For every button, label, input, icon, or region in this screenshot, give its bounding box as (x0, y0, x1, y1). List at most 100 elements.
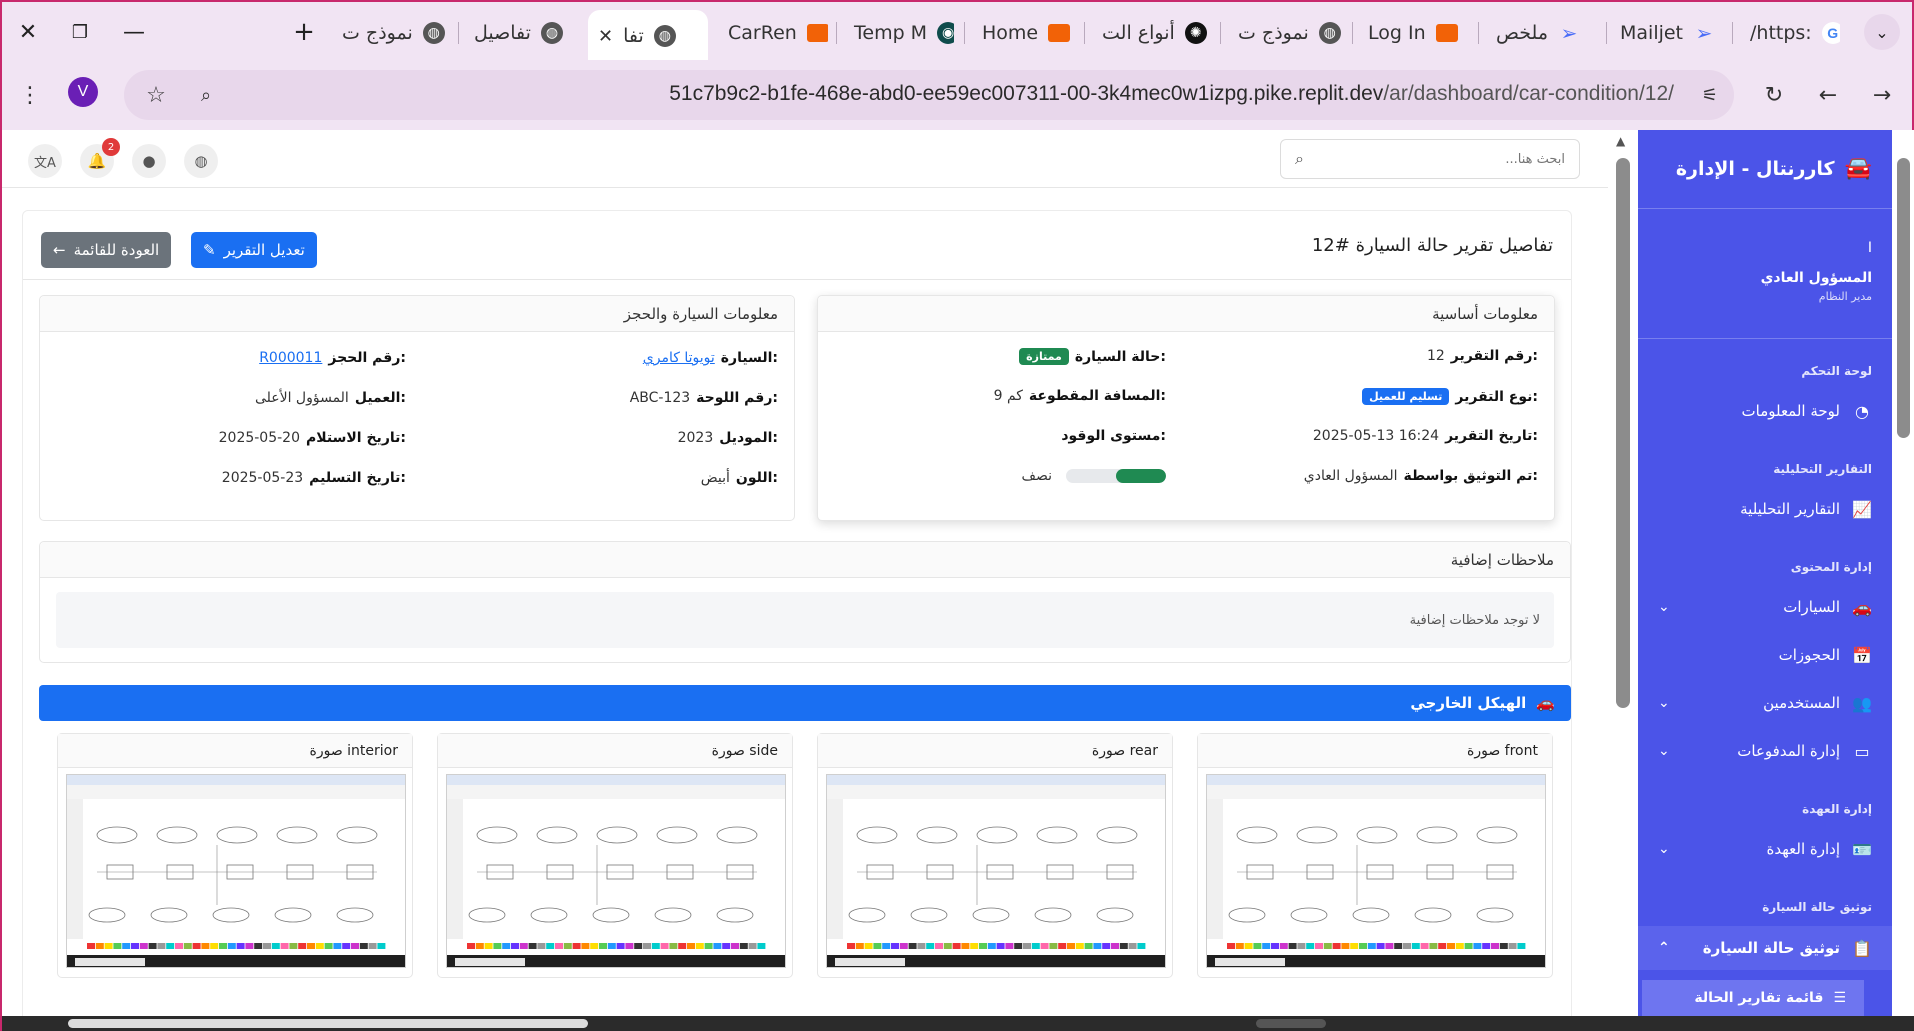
sidebar-subitem-label: قائمة تقارير الحالة (1694, 990, 1824, 1006)
sidebar-item-info-board[interactable]: ◔ لوحة المعلومات (1658, 396, 1872, 426)
horizontal-scrollbar[interactable] (2, 1016, 1914, 1031)
booking-link[interactable]: R000011 (259, 350, 322, 366)
omnibox[interactable]: ☆ ⌕ 51c7b9c2-b1fe-468e-abd0-ee59ec007311… (124, 70, 1734, 120)
menu-dots-icon[interactable]: ⋮ (10, 75, 50, 115)
photo-thumbnail[interactable] (66, 774, 406, 968)
model-value: 2023 (677, 430, 714, 446)
reload-icon[interactable]: ↻ (1754, 75, 1794, 115)
sidebar-item-label: الحجوزات (1778, 646, 1840, 664)
notifications-bell-icon[interactable]: 🔔 2 (80, 138, 120, 178)
globe-icon[interactable]: ◍ (184, 144, 218, 178)
edit-report-button[interactable]: ✎ تعديل التقرير (191, 232, 317, 268)
chevron-up-icon: ⌃ (1658, 940, 1670, 956)
search-icon: ⌕ (1295, 149, 1304, 168)
page-title: تفاصيل تقرير حالة السيارة #12 (1311, 235, 1553, 256)
sidebar-heading-custody: إدارة العهدة (1802, 802, 1872, 816)
main-scrollbar[interactable]: ▲ (1608, 130, 1640, 1016)
language-icon[interactable]: 文A (28, 144, 62, 178)
list-icon: ☰ (1833, 990, 1846, 1006)
profile-avatar[interactable]: V (68, 77, 98, 107)
notes-panel: ملاحظات إضافية لا توجد ملاحظات إضافية (39, 541, 1571, 663)
sidebar-item-payments[interactable]: ▭ إدارة المدفوعات ⌄ (1658, 736, 1872, 766)
sidebar-item-analytics[interactable]: 📈 التقارير التحليلية (1658, 494, 1872, 524)
sidebar-item-label: إدارة العهدة (1766, 840, 1840, 858)
search-box[interactable]: ⌕ (1280, 139, 1580, 179)
horizontal-scrollbar-thumb[interactable] (68, 1019, 588, 1028)
scroll-up-icon[interactable]: ▲ (1616, 134, 1625, 148)
model-row: الموديل: 2023 (678, 430, 778, 446)
tab-title: نموذج ت (1238, 22, 1309, 44)
user-role: مدير النظام (1818, 290, 1872, 303)
tab-10[interactable]: تفاصيل ◍ (464, 12, 584, 54)
photo-card-rear[interactable]: صورة rear (817, 733, 1173, 978)
tab-6[interactable]: Home (972, 12, 1076, 54)
photo-thumbnail[interactable] (1206, 774, 1546, 968)
tab-7[interactable]: Temp M ◉ (844, 12, 954, 54)
car-icon: 🚗 (1536, 694, 1555, 712)
sidebar-subitem-condition-list[interactable]: ☰ قائمة تقارير الحالة (1642, 980, 1864, 1016)
photo-thumbnail[interactable] (826, 774, 1166, 968)
fuel-level-label: مستوى الوقود: (1061, 428, 1166, 444)
plate-label: رقم اللوحة: (696, 390, 778, 406)
tab-3[interactable]: Log In (1358, 12, 1458, 54)
main-scrollbar-thumb[interactable] (1616, 158, 1630, 708)
diagram-screenshot-image (67, 775, 405, 967)
sidebar-scrollbar-thumb[interactable] (1897, 158, 1910, 438)
zoom-icon[interactable]: ⌕ (186, 75, 226, 115)
back-to-list-button[interactable]: ← العودة للقائمة (41, 232, 172, 268)
tab-1[interactable]: Mailjet ➢ (1610, 12, 1720, 54)
sidebar-scrollbar[interactable] (1892, 130, 1914, 1016)
car-link[interactable]: تويوتا كامري (643, 350, 715, 366)
tab-title: /https: (1750, 22, 1812, 44)
bookmark-star-icon[interactable]: ☆ (136, 75, 176, 115)
exterior-heading: الهيكل الخارجي (1410, 694, 1527, 712)
chevron-down-icon: ⌄ (1658, 743, 1670, 759)
restore-window-icon[interactable]: ❐ (60, 12, 100, 52)
forward-arrow-icon[interactable]: → (1862, 75, 1902, 115)
edit-icon: ✎ (203, 241, 216, 259)
photo-card-interior[interactable]: صورة interior (57, 733, 413, 978)
photo-card-front[interactable]: صورة front (1197, 733, 1553, 978)
photo-card-side[interactable]: صورة side (437, 733, 793, 978)
close-window-icon[interactable]: ✕ (8, 12, 48, 52)
color-row: اللون: أبيض (701, 470, 778, 486)
car-booking-panel: معلومات السيارة والحجز السيارة: تويوتا ك… (39, 295, 795, 521)
sidebar-item-users[interactable]: 👥 المستخدمين ⌄ (1658, 688, 1872, 718)
chevron-down-icon: ⌄ (1658, 841, 1670, 857)
back-arrow-icon[interactable]: ← (1808, 75, 1848, 115)
page-viewport: 文A 🔔 2 ● ◍ ⌕ تفاصيل تقرير حالة السيارة #… (0, 130, 1914, 1031)
customer-label: العميل: (354, 390, 406, 406)
new-tab-icon[interactable]: + (284, 12, 324, 52)
search-input[interactable] (1345, 151, 1565, 167)
tab-4[interactable]: نموذج ت ◍ (1228, 12, 1350, 54)
horizontal-scrollbar-thumb-secondary[interactable] (1256, 1019, 1326, 1028)
car-condition-label: حالة السيارة: (1074, 348, 1166, 365)
tab-2[interactable]: ملخص ➢ (1486, 12, 1596, 54)
tab-5[interactable]: أنواع الت ✺ (1092, 12, 1212, 54)
tab-8[interactable]: CarRen (718, 12, 828, 54)
close-tab-icon[interactable]: ✕ (598, 26, 613, 47)
tab-active[interactable]: ✕ تفا ◍ (588, 10, 708, 62)
chart-line-icon: 📈 (1852, 499, 1872, 519)
tab-search-chevron-icon[interactable]: ⌄ (1864, 14, 1900, 50)
sidebar-item-bookings[interactable]: 📅 الحجوزات (1658, 640, 1872, 670)
sidebar-item-car-condition[interactable]: 📋 توثيق حالة السيارة ⌃ (1658, 933, 1872, 963)
notes-heading: ملاحظات إضافية (40, 542, 1570, 578)
browser-tab-bar: ✕ ❐ — + نموذج ت ◍ تفاصيل ◍ ✕ تفا ◍ CarRe… (0, 0, 1914, 62)
url-text[interactable]: 51c7b9c2-b1fe-468e-abd0-ee59ec007311-00-… (669, 82, 1674, 106)
sidebar-item-custody[interactable]: 🪪 إدارة العهدة ⌄ (1658, 834, 1872, 864)
user-profile-icon[interactable]: ● (132, 144, 166, 178)
openai-icon: ✺ (1184, 22, 1207, 44)
photo-thumbnail[interactable] (446, 774, 786, 968)
site-settings-icon[interactable]: ⚟ (1690, 75, 1730, 115)
tab-11[interactable]: نموذج ت ◍ (332, 12, 452, 54)
sidebar-item-label: إدارة المدفوعات (1737, 742, 1840, 760)
sidebar-heading-content: إدارة المحتوى (1790, 560, 1872, 574)
report-date-label: تاريخ التقرير: (1445, 428, 1538, 444)
minimize-window-icon[interactable]: — (114, 12, 154, 52)
tab-0[interactable]: /https: G (1740, 12, 1840, 54)
mileage-label: المسافة المقطوعة: (1028, 388, 1166, 404)
sidebar-brand[interactable]: كاررنتال - الإدارة 🚘 (1676, 156, 1872, 181)
sidebar-item-cars[interactable]: 🚗 السيارات ⌄ (1658, 592, 1872, 622)
return-date-label: تاريخ التسليم: (309, 470, 406, 486)
